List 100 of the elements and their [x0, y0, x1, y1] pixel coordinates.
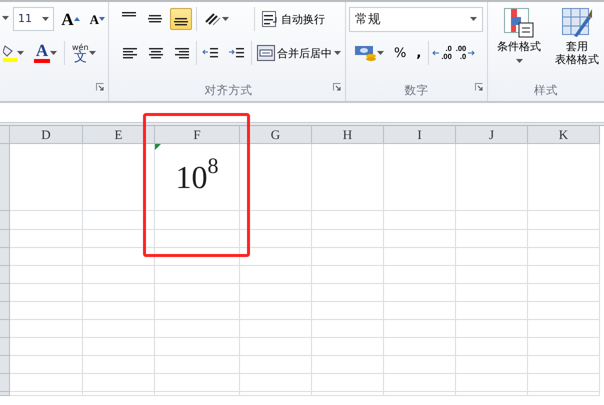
table-cell[interactable]	[10, 248, 83, 266]
table-cell[interactable]	[312, 144, 384, 211]
table-cell[interactable]	[384, 211, 456, 230]
table-cell[interactable]	[384, 266, 456, 284]
merge-center-button[interactable]: 合并后居中	[254, 43, 344, 63]
column-header[interactable]: H	[312, 126, 384, 144]
font-color-button[interactable]: A	[31, 41, 60, 65]
table-cell[interactable]	[456, 338, 528, 356]
table-cell[interactable]	[240, 302, 312, 320]
row-header[interactable]	[0, 392, 10, 396]
conditional-format-button[interactable]: 条件格式	[491, 7, 547, 68]
phonetic-guide-button[interactable]: wén 文	[69, 41, 99, 65]
row-header[interactable]	[0, 302, 10, 320]
table-cell[interactable]	[312, 284, 384, 302]
row-header[interactable]	[0, 266, 10, 284]
column-header[interactable]: D	[10, 126, 83, 144]
table-cell[interactable]	[83, 338, 155, 356]
table-cell[interactable]	[312, 248, 384, 266]
font-size-field[interactable]: 11	[13, 7, 54, 31]
table-cell[interactable]	[10, 338, 83, 356]
table-cell[interactable]	[384, 284, 456, 302]
grow-font-button[interactable]: A	[58, 8, 83, 30]
comma-button[interactable]: ,	[413, 44, 424, 62]
table-cell[interactable]	[10, 266, 83, 284]
table-cell[interactable]	[155, 248, 240, 266]
table-cell[interactable]	[240, 320, 312, 338]
table-cell[interactable]	[528, 320, 600, 338]
table-cell[interactable]	[10, 284, 83, 302]
table-cell[interactable]	[312, 211, 384, 230]
row-header[interactable]	[0, 284, 10, 302]
format-as-table-button[interactable]: 套用 表格格式	[551, 7, 603, 68]
table-cell[interactable]	[83, 284, 155, 302]
table-cell[interactable]	[312, 302, 384, 320]
table-cell[interactable]	[83, 356, 155, 374]
table-cell[interactable]	[10, 144, 83, 211]
table-cell[interactable]	[155, 230, 240, 248]
row-header[interactable]	[0, 211, 10, 230]
table-cell[interactable]	[155, 320, 240, 338]
table-cell[interactable]	[312, 374, 384, 392]
table-cell[interactable]	[83, 320, 155, 338]
table-cell[interactable]	[240, 338, 312, 356]
row-header[interactable]	[0, 356, 10, 374]
table-cell[interactable]	[456, 374, 528, 392]
table-cell[interactable]	[312, 320, 384, 338]
table-cell[interactable]	[456, 320, 528, 338]
caret-icon[interactable]	[88, 50, 96, 56]
table-cell[interactable]	[10, 320, 83, 338]
table-cell[interactable]	[456, 266, 528, 284]
table-cell[interactable]	[240, 356, 312, 374]
column-header[interactable]: G	[240, 126, 312, 144]
table-cell[interactable]	[384, 338, 456, 356]
dialog-launcher-icon[interactable]	[333, 83, 341, 92]
table-cell[interactable]	[528, 230, 600, 248]
table-cell[interactable]	[384, 392, 456, 396]
row-header[interactable]	[0, 248, 10, 266]
table-cell[interactable]	[384, 374, 456, 392]
table-cell[interactable]	[528, 338, 600, 356]
table-cell[interactable]	[528, 302, 600, 320]
table-cell[interactable]	[10, 374, 83, 392]
table-cell[interactable]	[155, 211, 240, 230]
column-header[interactable]: E	[83, 126, 155, 144]
caret-icon[interactable]	[17, 50, 24, 56]
table-cell[interactable]	[83, 248, 155, 266]
column-header[interactable]: J	[456, 126, 528, 144]
table-cell[interactable]	[83, 211, 155, 230]
table-cell[interactable]	[10, 302, 83, 320]
column-header[interactable]: I	[384, 126, 456, 144]
table-cell[interactable]	[384, 356, 456, 374]
caret-icon[interactable]	[2, 16, 9, 22]
table-cell[interactable]	[528, 356, 600, 374]
caret-icon[interactable]	[50, 50, 57, 56]
table-cell[interactable]	[83, 392, 155, 396]
table-cell[interactable]	[240, 284, 312, 302]
table-cell[interactable]	[384, 230, 456, 248]
table-cell[interactable]	[10, 211, 83, 230]
table-cell[interactable]	[155, 356, 240, 374]
table-cell[interactable]	[528, 266, 600, 284]
table-cell[interactable]	[456, 211, 528, 230]
wrap-text-button[interactable]: 自动换行	[259, 9, 328, 29]
percent-button[interactable]: %	[391, 44, 410, 62]
table-cell[interactable]	[240, 230, 312, 248]
table-cell[interactable]	[155, 284, 240, 302]
dialog-launcher-icon[interactable]	[475, 83, 483, 92]
table-cell[interactable]	[155, 338, 240, 356]
table-cell[interactable]	[155, 392, 240, 396]
column-header[interactable]: F	[155, 126, 240, 144]
table-cell[interactable]: 10$^{8}$	[155, 144, 240, 211]
table-cell[interactable]	[528, 144, 600, 211]
table-cell[interactable]	[528, 374, 600, 392]
table-cell[interactable]	[83, 266, 155, 284]
table-cell[interactable]	[384, 144, 456, 211]
table-cell[interactable]	[384, 248, 456, 266]
row-header[interactable]	[0, 374, 10, 392]
table-cell[interactable]	[240, 392, 312, 396]
table-cell[interactable]	[240, 144, 312, 211]
table-cell[interactable]	[155, 374, 240, 392]
table-cell[interactable]	[83, 374, 155, 392]
caret-icon[interactable]	[42, 16, 50, 22]
shrink-font-button[interactable]: A	[86, 10, 108, 28]
table-cell[interactable]	[155, 302, 240, 320]
